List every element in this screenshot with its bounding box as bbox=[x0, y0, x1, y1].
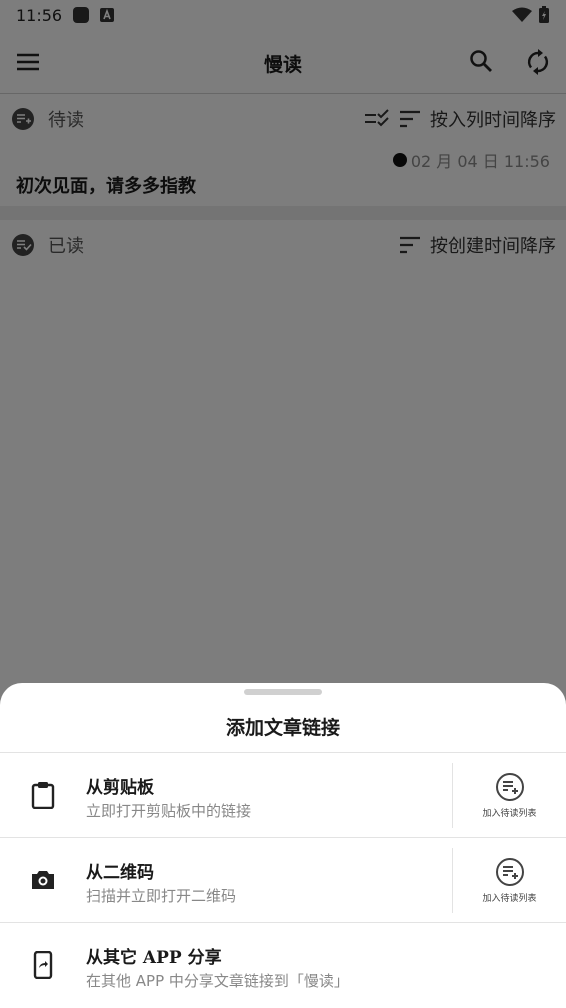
drag-handle[interactable] bbox=[244, 689, 322, 695]
option-title: 从其它 APP 分享 bbox=[86, 948, 222, 968]
option-title: 从二维码 bbox=[86, 863, 154, 883]
playlist-add-icon bbox=[495, 773, 524, 801]
sheet-title: 添加文章链接 bbox=[225, 717, 340, 739]
option-qrcode[interactable]: 从二维码 扫描并立即打开二维码 加入待读列表 bbox=[0, 837, 566, 922]
option-title: 从剪贴板 bbox=[86, 778, 154, 798]
option-subtitle: 扫描并立即打开二维码 bbox=[86, 887, 237, 905]
playlist-add-icon bbox=[495, 858, 524, 886]
clipboard-icon bbox=[31, 782, 55, 809]
option-subtitle: 立即打开剪贴板中的链接 bbox=[86, 802, 252, 820]
option-share[interactable]: 从其它 APP 分享 在其他 APP 中分享文章链接到「慢读」 bbox=[0, 922, 566, 1007]
camera-icon bbox=[32, 871, 54, 889]
option-subtitle: 在其他 APP 中分享文章链接到「慢读」 bbox=[86, 972, 349, 990]
bottom-sheet: 添加文章链接 从剪贴板 立即打开剪贴板中的链接 加入待读列表 从二维码 扫描并立… bbox=[0, 683, 566, 1008]
add-to-unread-button[interactable]: 加入待读列表 bbox=[453, 763, 566, 828]
phone-share-icon bbox=[33, 951, 53, 979]
option-clipboard[interactable]: 从剪贴板 立即打开剪贴板中的链接 加入待读列表 bbox=[0, 752, 566, 837]
add-to-unread-label: 加入待读列表 bbox=[482, 894, 537, 904]
add-to-unread-label: 加入待读列表 bbox=[482, 809, 537, 819]
add-to-unread-button[interactable]: 加入待读列表 bbox=[453, 848, 566, 913]
